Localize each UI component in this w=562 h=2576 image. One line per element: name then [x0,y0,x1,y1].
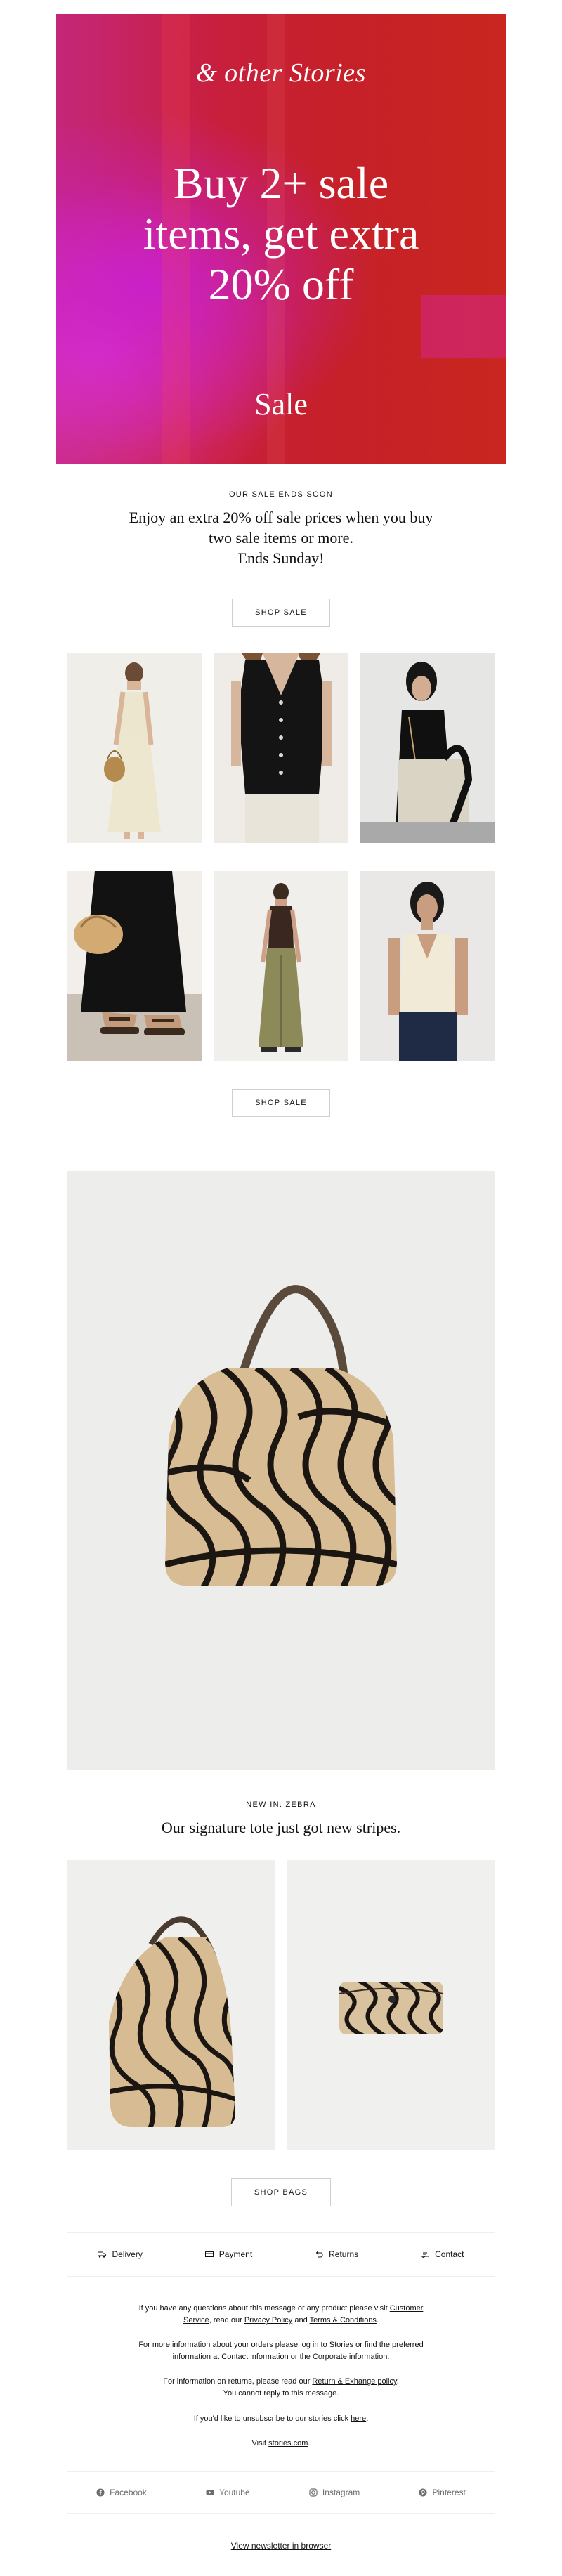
info-text: If you have any questions about this mes… [138,2304,390,2313]
info-text: For information on returns, please read … [163,2377,313,2386]
social-pinterest[interactable]: Pinterest [419,2487,466,2497]
footer-nav-payment[interactable]: Payment [204,2249,253,2259]
bag-model-figure [360,653,495,843]
knit-top-figure [360,871,495,1061]
info-visit: Visit stories.com. [105,2438,457,2450]
zebra-tote-figure [67,1171,495,1770]
stories-website-link[interactable]: stories.com [268,2439,308,2447]
divider [67,2232,495,2233]
info-text: For more information about your orders p… [138,2341,424,2349]
info-text: You cannot reply to this message. [223,2389,339,2398]
youtube-icon [206,2490,214,2495]
promo-body: Enjoy an extra 20% off sale prices when … [0,507,562,568]
info-text: . [396,2377,399,2386]
feature-image-zebra-tote[interactable] [67,1171,495,1770]
social-label: Facebook [110,2487,147,2497]
product-image-sandals[interactable] [67,871,202,1061]
privacy-policy-link[interactable]: Privacy Policy [244,2316,292,2325]
hero-headline-line: items, get extra [143,209,419,259]
info-returns: For information on returns, please read … [105,2376,457,2400]
product-image-zebra-tote-side[interactable] [67,1860,275,2150]
pinterest-icon [419,2488,427,2497]
view-in-browser: View newsletter in browser [0,2541,562,2551]
info-text: information at [172,2353,222,2361]
info-text: If you'd like to unsubscribe to our stor… [193,2414,351,2423]
footer-nav: Delivery Payment Returns Contact [67,2242,495,2267]
customer-service-link[interactable]: Service [183,2316,209,2325]
shop-bags-button[interactable]: SHOP BAGS [231,2178,331,2206]
shop-sale-button[interactable]: SHOP SALE [232,599,330,627]
info-text: , read our [209,2316,244,2325]
feature-eyebrow: NEW IN: ZEBRA [246,1800,316,1809]
hero-banner[interactable]: & other Stories Buy 2+ sale items, get e… [56,14,506,464]
facebook-icon [96,2488,105,2497]
dress-figure [67,653,202,843]
info-orders: For more information about your orders p… [105,2339,457,2363]
divider [67,2513,495,2514]
info-text: . [376,2316,379,2325]
return-icon [315,2251,323,2258]
info-text: . [366,2414,369,2423]
footer-nav-label: Contact [435,2249,464,2259]
zebra-cardholder-figure [287,1860,495,2150]
info-text: or the [288,2353,313,2361]
info-text: Visit [251,2439,269,2447]
vest-figure [214,653,348,843]
footer-nav-label: Delivery [112,2249,143,2259]
social-label: Pinterest [432,2487,466,2497]
social-label: Instagram [322,2487,360,2497]
truck-icon [98,2251,107,2258]
instagram-icon [309,2488,318,2497]
promo-body-line: Ends Sunday! [237,549,325,567]
customer-service-link[interactable]: Customer [390,2304,424,2313]
divider [67,2471,495,2472]
feature-headline: Our signature tote just got new stripes. [161,1819,401,1836]
info-unsubscribe: If you'd like to unsubscribe to our stor… [105,2413,457,2425]
hero-headline-line: Buy 2+ sale [173,158,389,208]
social-instagram[interactable]: Instagram [309,2487,360,2497]
card-icon [204,2251,214,2257]
product-image-vest[interactable] [214,653,348,843]
footer-nav-label: Payment [218,2249,253,2259]
zebra-tote-side-figure [67,1860,275,2150]
terms-link[interactable]: Terms & Conditions [310,2316,377,2325]
hero-sale-label: Sale [254,387,308,421]
sandals-figure [67,871,202,1061]
info-text: . [308,2439,311,2447]
footer-nav-label: Returns [329,2249,359,2259]
product-image-bag-model[interactable] [360,653,495,843]
social-links: Facebook Youtube Instagram Pinterest [67,2480,495,2505]
footer-nav-contact[interactable]: Contact [421,2249,464,2259]
social-label: Youtube [219,2487,250,2497]
return-policy-link[interactable]: Return & Exhange policy [312,2377,396,2386]
corporate-information-link[interactable]: Corporate information [313,2353,387,2361]
info-text: and [292,2316,310,2325]
social-facebook[interactable]: Facebook [96,2487,147,2497]
promo-body-line: Enjoy an extra 20% off sale prices when … [129,509,433,526]
footer-nav-delivery[interactable]: Delivery [98,2249,143,2259]
hero-headline-line: 20% off [208,259,354,309]
promo-body-line: two sale items or more. [209,529,353,547]
shop-sale-button-secondary[interactable]: SHOP SALE [232,1089,330,1117]
footer-nav-returns[interactable]: Returns [315,2249,358,2259]
hero-headline: Buy 2+ sale items, get extra 20% off [56,158,506,310]
product-image-zebra-cardholder[interactable] [287,1860,495,2150]
contact-information-link[interactable]: Contact information [221,2353,288,2361]
product-image-dress[interactable] [67,653,202,843]
chat-icon [421,2251,430,2258]
info-text: . [387,2353,390,2361]
product-image-knit-top[interactable] [360,871,495,1061]
product-image-trousers[interactable] [214,871,348,1061]
promo-eyebrow: OUR SALE ENDS SOON [228,490,334,499]
divider [67,2276,495,2277]
social-youtube[interactable]: Youtube [206,2487,250,2497]
view-in-browser-link[interactable]: View newsletter in browser [231,2541,332,2551]
brand-logo: & other Stories [196,58,366,88]
unsubscribe-link[interactable]: here [351,2414,366,2423]
trousers-figure [214,871,348,1061]
info-customer-service: If you have any questions about this mes… [105,2303,457,2327]
